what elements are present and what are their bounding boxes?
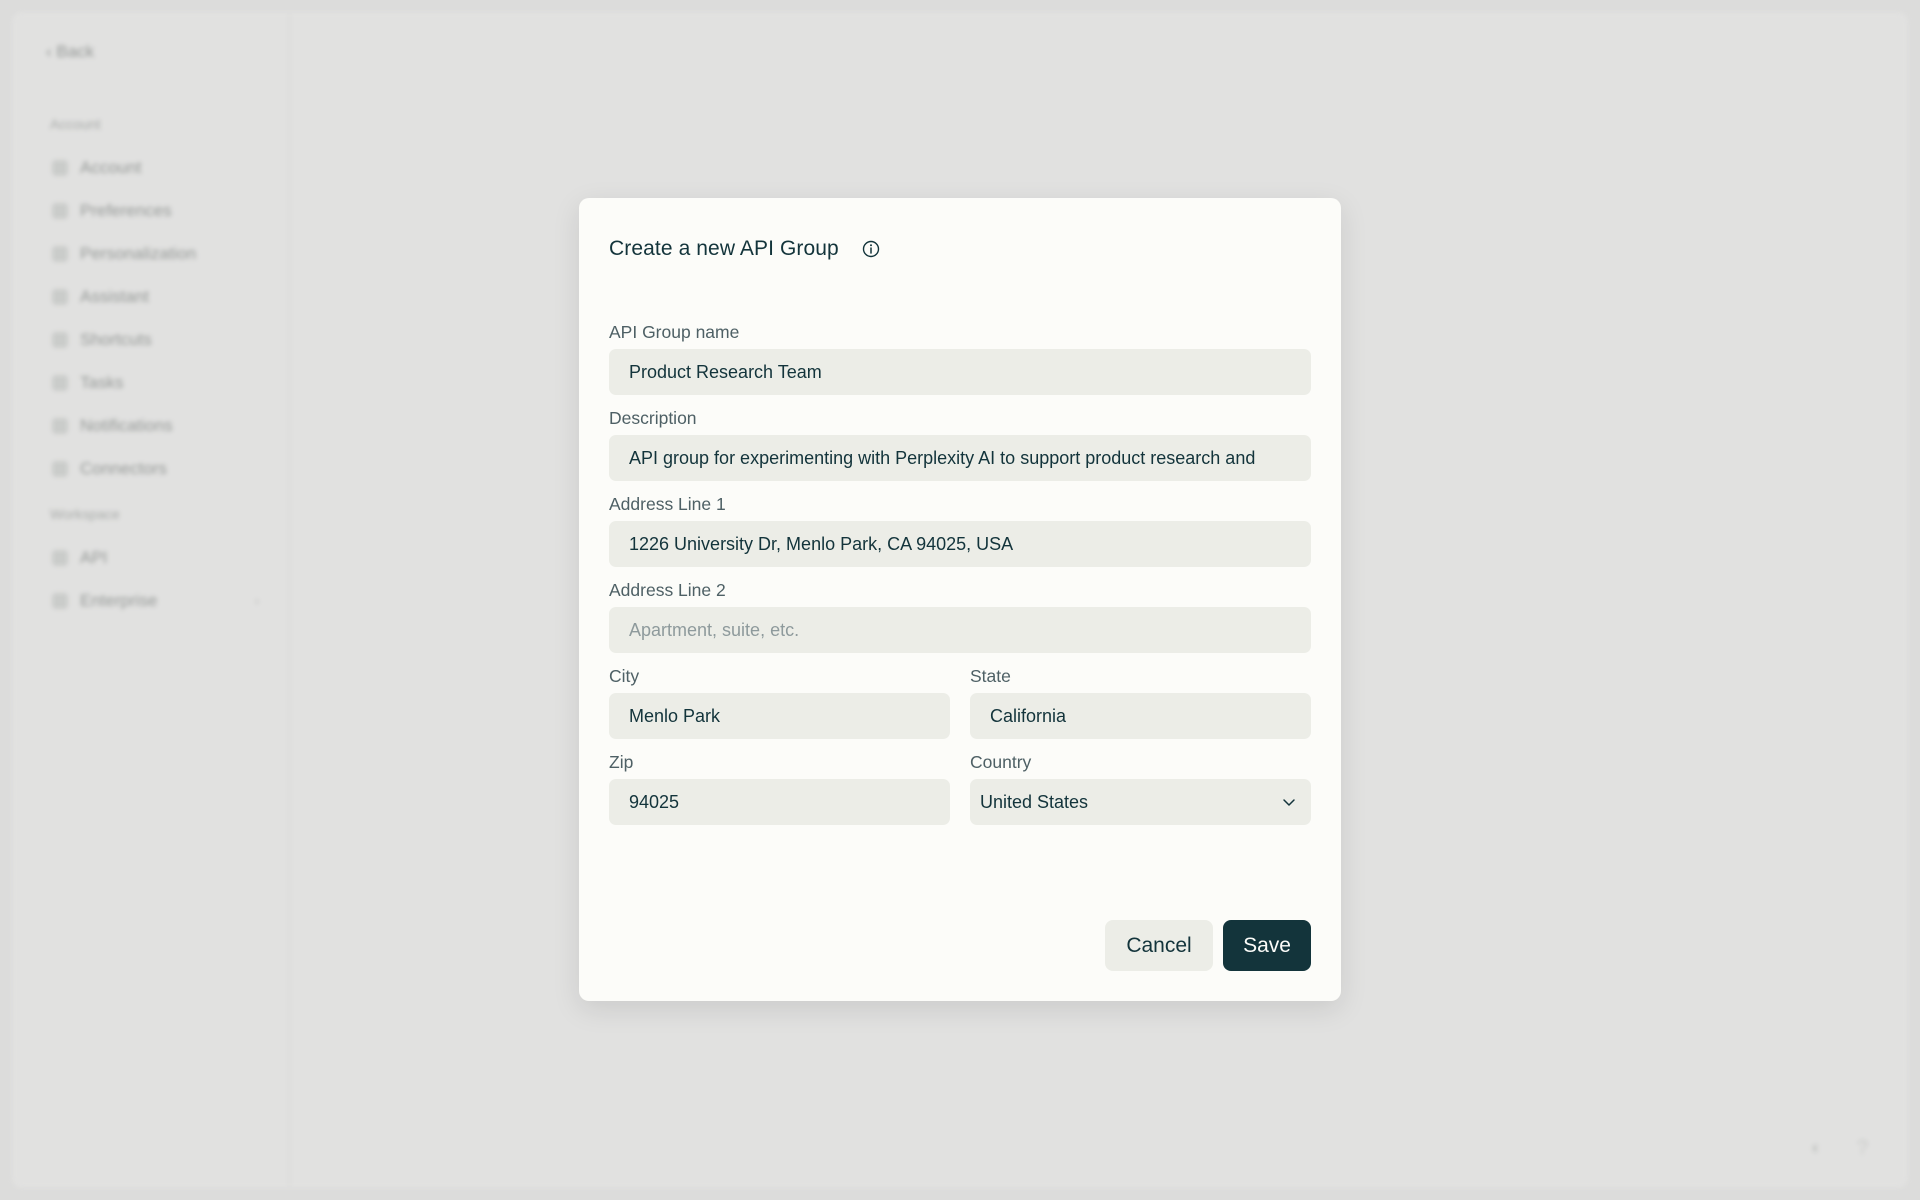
sidebar-section-account: Account: [50, 116, 101, 132]
chevron-right-icon: ›: [255, 593, 259, 608]
address-line-1-label: Address Line 1: [609, 494, 726, 514]
description-label: Description: [609, 408, 697, 428]
dialog-header: Create a new API Group: [609, 198, 1311, 300]
save-button[interactable]: Save: [1223, 920, 1311, 971]
sidebar-item-api[interactable]: API: [36, 536, 265, 579]
enterprise-icon: [52, 592, 68, 609]
create-api-group-dialog: Create a new API Group API Group name Pr…: [579, 198, 1341, 1001]
api-icon: [52, 549, 68, 566]
sidebar-section-workspace: Workspace: [50, 506, 120, 522]
bell-icon: [52, 417, 68, 434]
personalization-icon: [52, 245, 68, 262]
chevron-down-icon: [1281, 794, 1297, 810]
city-input[interactable]: Menlo Park: [609, 693, 950, 739]
settings-sidebar: ‹ Back Account Account Preferences Perso…: [12, 12, 290, 1188]
shortcuts-icon: [52, 331, 68, 348]
city-label: City: [609, 666, 640, 686]
country-select[interactable]: United States: [970, 779, 1311, 825]
assistant-icon: [52, 288, 68, 305]
info-icon[interactable]: [861, 239, 881, 259]
state-input[interactable]: California: [970, 693, 1311, 739]
sidebar-item-preferences[interactable]: Preferences: [36, 189, 265, 232]
tasks-icon: [52, 374, 68, 391]
account-icon: [52, 159, 68, 176]
zip-input[interactable]: 94025: [609, 779, 950, 825]
api-group-form: API Group name Product Research Team Des…: [609, 322, 1311, 838]
dialog-actions: Cancel Save: [1105, 920, 1311, 971]
address-line-2-input[interactable]: Apartment, suite, etc.: [609, 607, 1311, 653]
country-value: United States: [980, 791, 1089, 812]
description-input[interactable]: API group for experimenting with Perplex…: [609, 435, 1311, 481]
group-name-label: API Group name: [609, 322, 740, 342]
group-name-input[interactable]: Product Research Team: [609, 349, 1311, 395]
cancel-button[interactable]: Cancel: [1105, 920, 1213, 971]
help-icon[interactable]: ◐: [1811, 1137, 1823, 1160]
dialog-title: Create a new API Group: [609, 237, 839, 260]
sidebar-item-account[interactable]: Account: [36, 146, 265, 189]
zip-label: Zip: [609, 752, 634, 772]
state-label: State: [970, 666, 1011, 686]
sidebar-item-tasks[interactable]: Tasks: [36, 361, 265, 404]
corner-controls: ◐ ?: [1811, 1137, 1868, 1160]
sidebar-item-enterprise[interactable]: Enterprise ›: [36, 579, 265, 622]
sidebar-item-notifications[interactable]: Notifications: [36, 404, 265, 447]
country-label: Country: [970, 752, 1032, 772]
connectors-icon: [52, 460, 68, 477]
sidebar-item-personalization[interactable]: Personalization: [36, 232, 265, 275]
sidebar-item-assistant[interactable]: Assistant: [36, 275, 265, 318]
question-icon[interactable]: ?: [1857, 1137, 1868, 1160]
back-link[interactable]: ‹ Back: [46, 42, 265, 82]
sidebar-item-shortcuts[interactable]: Shortcuts: [36, 318, 265, 361]
sidebar-item-connectors[interactable]: Connectors: [36, 447, 265, 490]
address-line-1-input[interactable]: 1226 University Dr, Menlo Park, CA 94025…: [609, 521, 1311, 567]
preferences-icon: [52, 202, 68, 219]
address-line-2-label: Address Line 2: [609, 580, 726, 600]
